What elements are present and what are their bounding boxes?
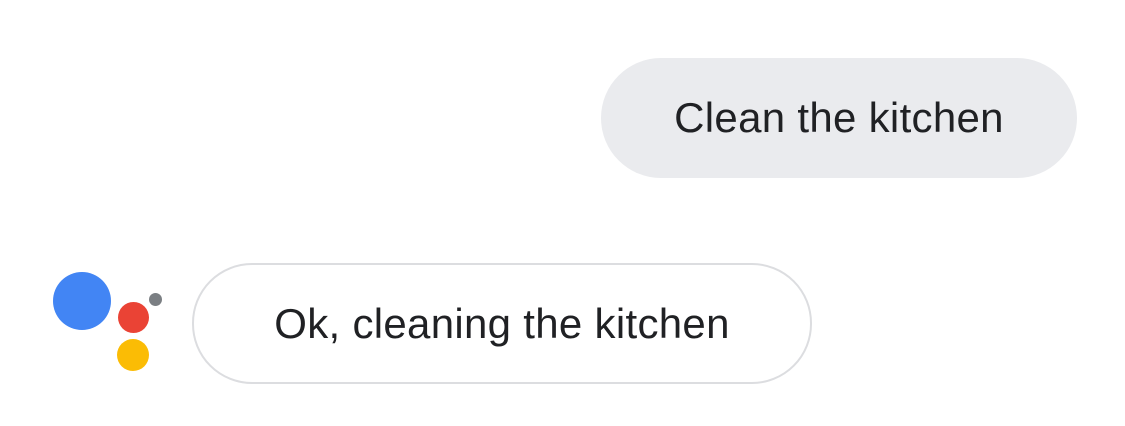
google-assistant-icon	[50, 268, 170, 378]
conversation-thread: Clean the kitchen Ok, cleaning the kitch…	[0, 0, 1125, 426]
assistant-message-bubble: Ok, cleaning the kitchen	[192, 263, 812, 384]
red-dot-icon	[118, 302, 149, 333]
blue-dot-icon	[53, 272, 111, 330]
user-message-bubble: Clean the kitchen	[601, 58, 1077, 178]
assistant-message-text: Ok, cleaning the kitchen	[274, 299, 730, 347]
yellow-dot-icon	[117, 339, 149, 371]
gray-dot-icon	[149, 293, 162, 306]
user-message-text: Clean the kitchen	[674, 94, 1004, 141]
